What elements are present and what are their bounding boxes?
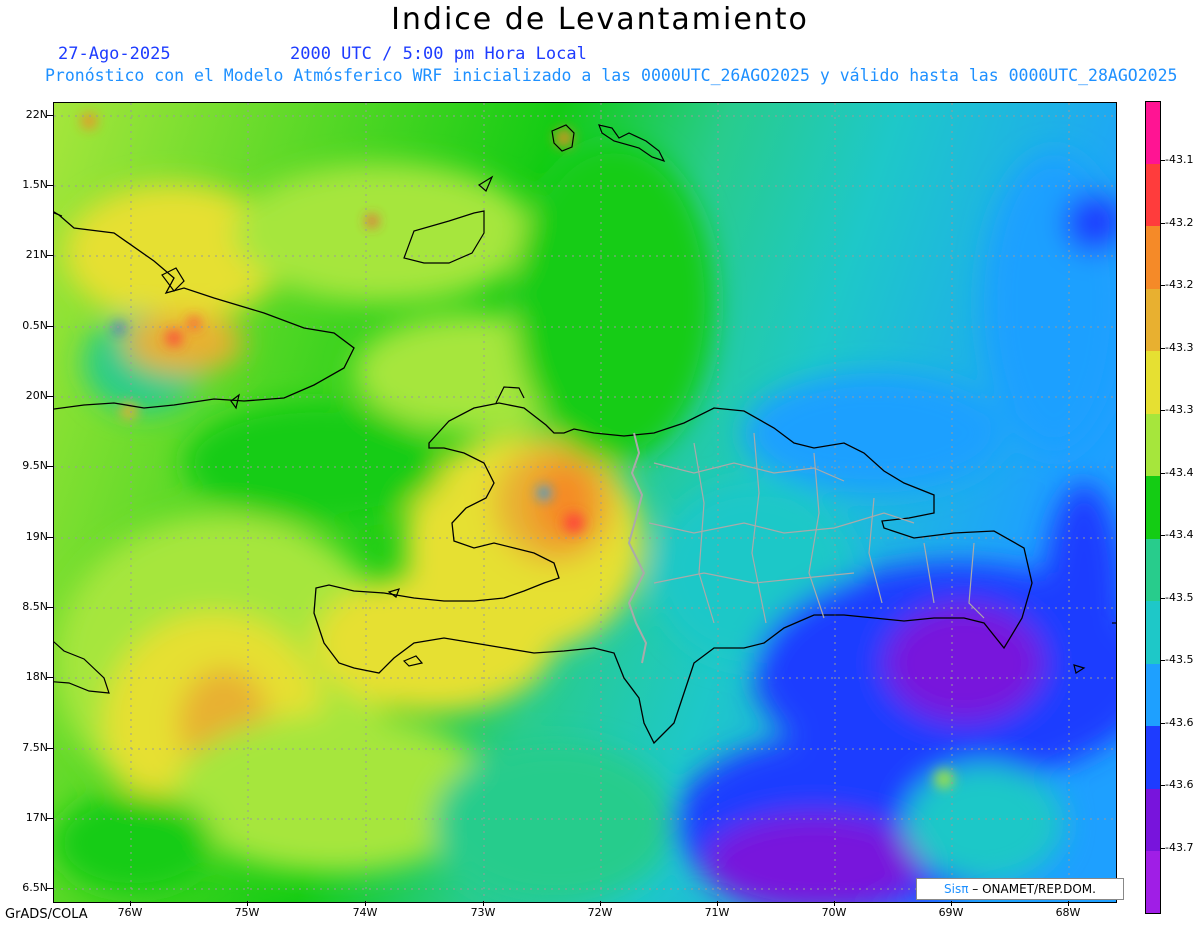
colorbar-segment <box>1145 538 1161 601</box>
lifted-index-field <box>54 103 1116 902</box>
lon-label-68w: 68W <box>1055 906 1081 919</box>
colorbar-segment <box>1145 788 1161 851</box>
lat-label-19-5n: 9.5N <box>22 459 48 472</box>
colorbar-label: -43.7 <box>1165 841 1194 854</box>
colorbar-segment <box>1145 476 1161 539</box>
colorbar-label: -43.2 <box>1165 216 1194 229</box>
colorbar-label: -43.3 <box>1165 341 1194 354</box>
map-title: Indice de Levantamiento <box>391 2 809 37</box>
lat-label-18-5n: 8.5N <box>22 600 48 613</box>
software-credit: GrADS/COLA <box>5 907 88 922</box>
colorbar-label: -43.4 <box>1165 466 1194 479</box>
colorbar-label: -43.5 <box>1165 591 1194 604</box>
lat-label-18n: 18N <box>25 670 48 683</box>
lon-label-76w: 76W <box>117 906 143 919</box>
lat-label-17n: 17N <box>25 811 48 824</box>
lon-label-71w: 71W <box>704 906 730 919</box>
forecast-date: 27-Ago-2025 <box>58 44 171 64</box>
lon-label-72w: 72W <box>587 906 613 919</box>
colorbar-label: -43.4 <box>1165 528 1194 541</box>
lon-label-69w: 69W <box>938 906 964 919</box>
colorbar-label: -43.6 <box>1165 778 1194 791</box>
lat-label-21n: 21N <box>25 248 48 261</box>
colorbar-segment <box>1145 851 1161 914</box>
colorbar-label: -43.1 <box>1165 153 1194 166</box>
colorbar-segment <box>1145 288 1161 351</box>
colorbar-segment <box>1145 601 1161 664</box>
colorbar-segment <box>1145 101 1161 164</box>
forecast-description: Pronóstico con el Modelo Atmósferico WRF… <box>45 66 1178 85</box>
colorbar-segment <box>1145 226 1161 289</box>
colorbar-segment <box>1145 663 1161 726</box>
colorbar-segment <box>1145 413 1161 476</box>
credit-box: Sisπ – ONAMET/REP.DOM. <box>916 878 1124 900</box>
colorbar-segment <box>1145 726 1161 789</box>
lat-label-16-5n: 6.5N <box>22 881 48 894</box>
map-area <box>53 102 1117 903</box>
lon-label-73w: 73W <box>470 906 496 919</box>
credit-text: – ONAMET/REP.DOM. <box>972 882 1096 896</box>
colorbar-label: -43.6 <box>1165 716 1194 729</box>
forecast-time: 2000 UTC / 5:00 pm Hora Local <box>290 44 587 64</box>
lat-label-20n: 20N <box>25 389 48 402</box>
lon-label-70w: 70W <box>821 906 847 919</box>
lon-label-74w: 74W <box>352 906 378 919</box>
lat-label-20-5n: 0.5N <box>22 319 48 332</box>
colorbar-label: -43.5 <box>1165 653 1194 666</box>
color-bar <box>1145 101 1161 914</box>
lat-label-17-5n: 7.5N <box>22 741 48 754</box>
colorbar-label: -43.3 <box>1165 403 1194 416</box>
colorbar-segment <box>1145 163 1161 226</box>
colorbar-label: -43.2 <box>1165 278 1194 291</box>
sispi-logo-text: Sisπ <box>944 882 969 896</box>
lat-label-21-5n: 1.5N <box>22 178 48 191</box>
lon-label-75w: 75W <box>234 906 260 919</box>
lat-label-19n: 19N <box>25 530 48 543</box>
lat-label-22n: 22N <box>25 108 48 121</box>
colorbar-segment <box>1145 351 1161 414</box>
